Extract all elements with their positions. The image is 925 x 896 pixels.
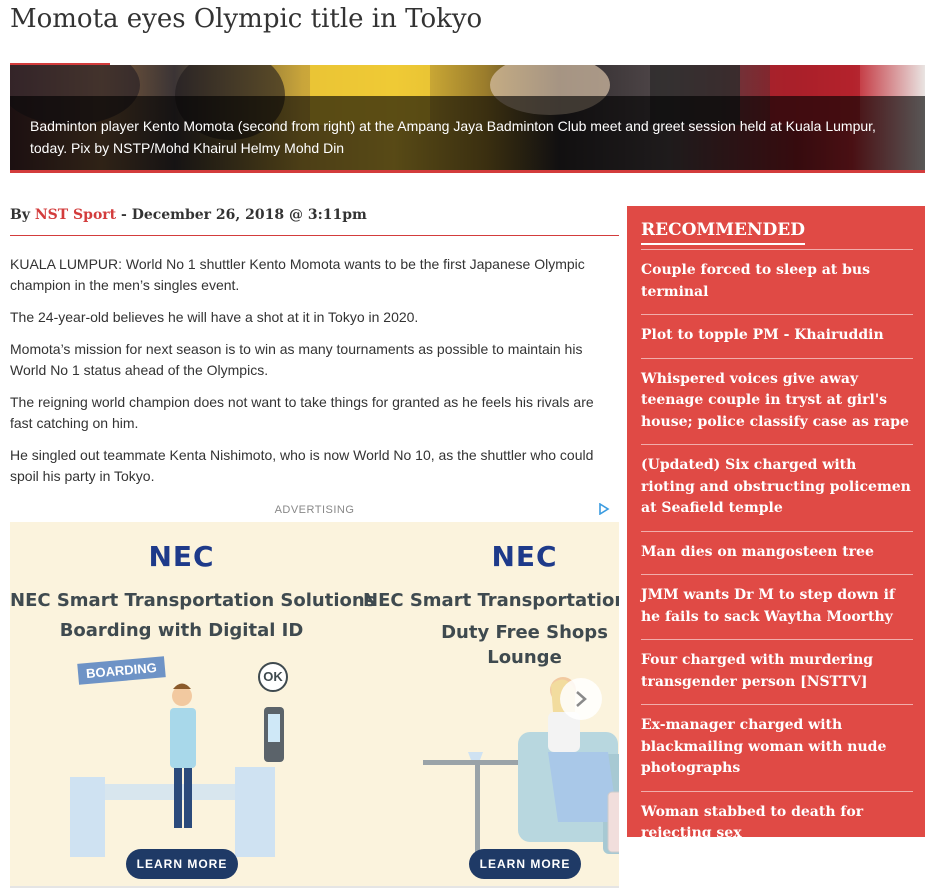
recommended-sidebar: RECOMMENDED Couple forced to sleep at bu… — [627, 206, 925, 841]
recommended-link[interactable]: (Updated) Six charged with rioting and o… — [641, 445, 913, 532]
article-paragraph: KUALA LUMPUR: World No 1 shuttler Kento … — [10, 256, 585, 293]
recommended-link[interactable]: Ex-manager charged with blackmailing wom… — [641, 705, 913, 792]
recommended-link[interactable]: Whispered voices give away teenage coupl… — [641, 359, 913, 445]
hero-caption: Badminton player Kento Momota (second fr… — [30, 118, 876, 156]
advertising-label: ADVERTISING — [274, 504, 355, 516]
article-paragraph: Momota’s mission for next season is to w… — [10, 341, 583, 378]
byline-prefix: By — [10, 207, 30, 223]
recommended-link[interactable]: Woman stabbed to death for rejecting sex — [641, 792, 913, 856]
learn-more-button[interactable]: LEARN MORE — [126, 849, 238, 879]
publish-date: December 26, 2018 @ 3:11pm — [131, 207, 367, 223]
recommended-link[interactable]: Four charged with murdering transgender … — [641, 640, 913, 705]
recommended-link[interactable]: JMM wants Dr M to step down if he fails … — [641, 575, 913, 640]
ad-panel-boarding[interactable]: NEC NEC Smart Transportation Solutions B… — [10, 522, 375, 886]
byline: By NST Sport - December 26, 2018 @ 3:11p… — [10, 207, 619, 236]
article-paragraph: The reigning world champion does not wan… — [10, 394, 594, 431]
byline-separator: - — [121, 207, 127, 223]
recommended-link[interactable]: Couple forced to sleep at bus terminal — [641, 250, 913, 315]
article-paragraph: The 24-year-old believes he will have a … — [10, 309, 419, 325]
recommended-heading: RECOMMENDED — [641, 220, 805, 245]
advertisement-banner[interactable]: NEC NEC Smart Transportation Solutions B… — [10, 522, 619, 888]
chevron-right-icon[interactable] — [560, 678, 602, 720]
hero-image[interactable]: Badminton player Kento Momota (second fr… — [10, 65, 925, 173]
article-headline: Momota eyes Olympic title in Tokyo — [10, 4, 483, 34]
article-body: KUALA LUMPUR: World No 1 shuttler Kento … — [10, 254, 610, 498]
boarding-illustration — [70, 683, 284, 857]
recommended-link[interactable]: Man dies on mangosteen tree — [641, 532, 913, 575]
author-link[interactable]: NST Sport — [35, 207, 116, 223]
learn-more-button[interactable]: LEARN MORE — [469, 849, 581, 879]
adchoices-icon[interactable] — [598, 502, 610, 518]
article-paragraph: He singled out teammate Kenta Nishimoto,… — [10, 447, 594, 484]
recommended-link[interactable]: Plot to topple PM - Khairuddin — [641, 315, 913, 359]
